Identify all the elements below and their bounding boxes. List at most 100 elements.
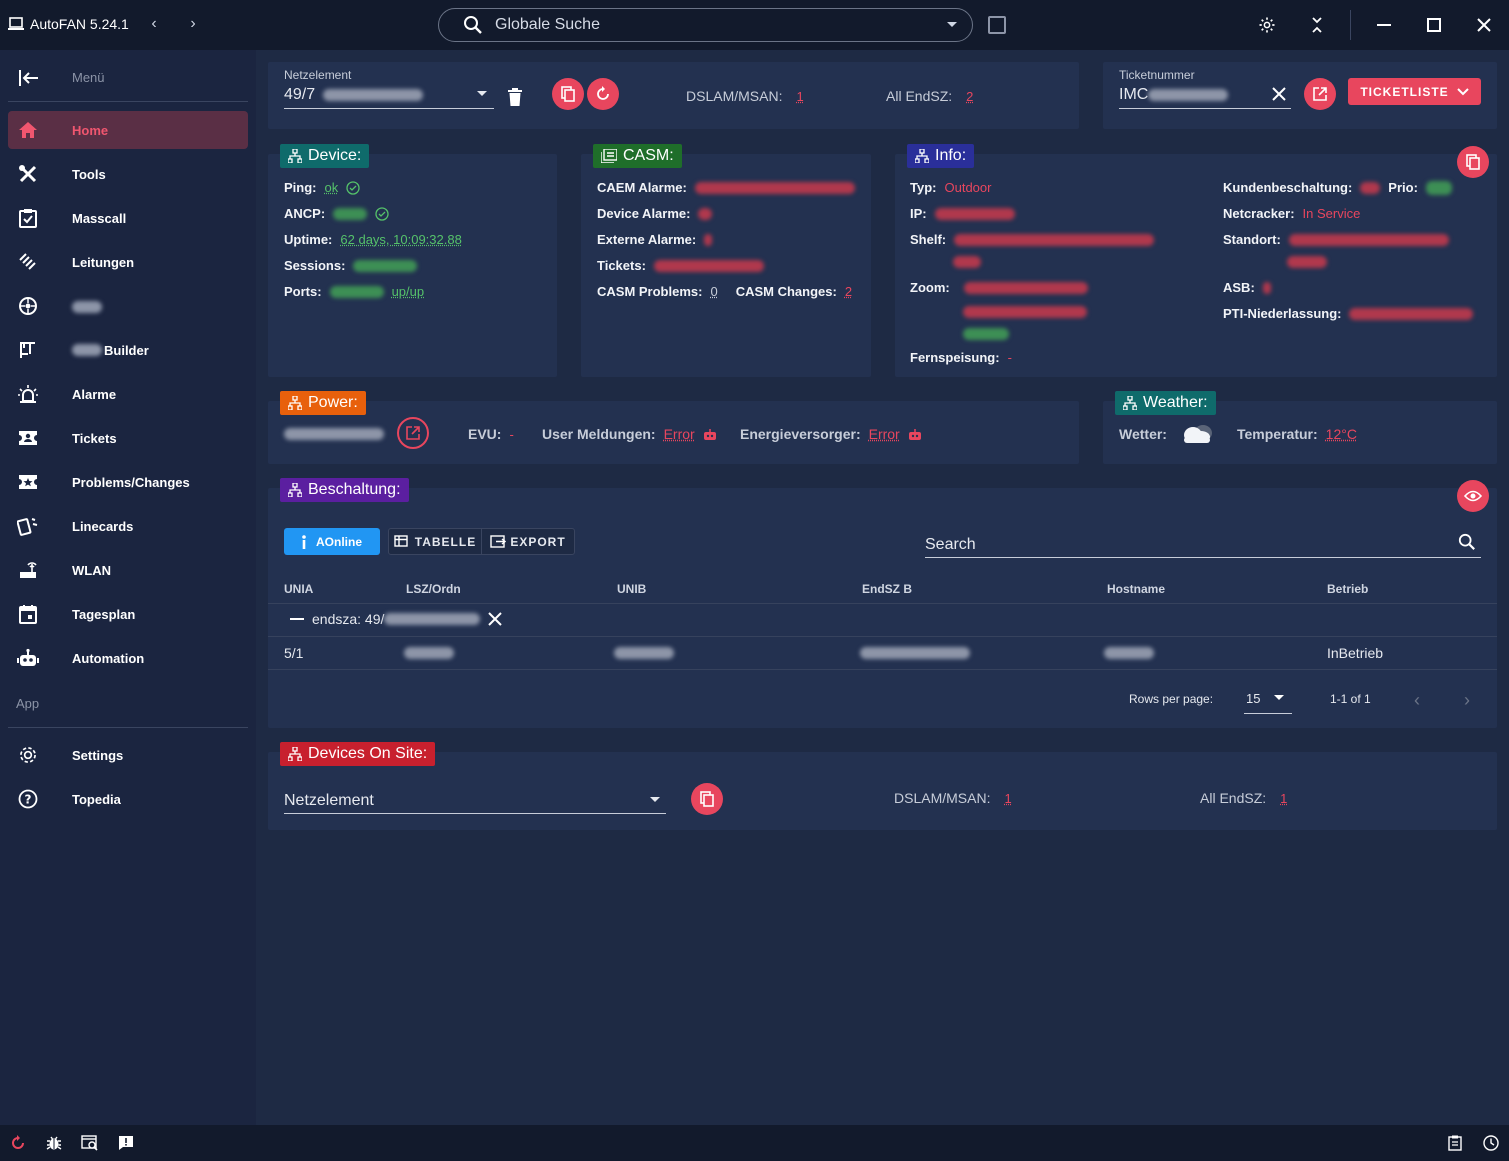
devices-netzelement-select[interactable]: Netzelement xyxy=(284,792,374,810)
reload-icon[interactable] xyxy=(8,1133,28,1153)
ticketliste-label: TICKETLISTE xyxy=(1360,84,1449,99)
refresh-button[interactable] xyxy=(587,78,619,110)
sidebar-item-topedia[interactable]: ? Topedia xyxy=(8,780,248,818)
next-page-icon[interactable]: › xyxy=(1464,690,1470,711)
netzelement-label: Netzelement xyxy=(284,68,352,82)
user-meldungen-value[interactable]: Error xyxy=(664,426,695,442)
endsz-value[interactable]: 2 xyxy=(966,89,973,104)
sidebar-item-automation[interactable]: Automation xyxy=(8,639,248,677)
forward-chevron-icon[interactable]: › xyxy=(183,14,203,34)
search-icon xyxy=(463,15,483,35)
router-icon xyxy=(8,560,48,580)
sidebar-item-linecards[interactable]: Linecards xyxy=(8,507,248,545)
open-ticket-button[interactable] xyxy=(1304,78,1336,110)
dropdown-caret-icon[interactable] xyxy=(476,90,488,98)
sidebar-item-label: Tickets xyxy=(72,430,117,446)
maximize-icon[interactable] xyxy=(1421,12,1447,38)
title-bar: AutoFAN 5.24.1 ‹ › Globale Suche xyxy=(0,0,1509,50)
blurred-cell xyxy=(614,647,674,659)
search-history-icon[interactable] xyxy=(80,1133,100,1153)
prev-page-icon[interactable]: ‹ xyxy=(1414,690,1420,711)
export-button[interactable]: EXPORT xyxy=(482,529,574,554)
bug-icon[interactable] xyxy=(44,1133,64,1153)
uptime-value[interactable]: 62 days, 10:09:32.88 xyxy=(340,232,461,247)
devices-on-site-title-text: Devices On Site: xyxy=(308,745,428,762)
collapse-menu-icon[interactable] xyxy=(16,66,42,90)
ping-value[interactable]: ok xyxy=(325,180,339,195)
sidebar-item-wlan[interactable]: WLAN xyxy=(8,551,248,589)
clock-icon[interactable] xyxy=(1481,1133,1501,1153)
minimize-icon[interactable] xyxy=(1371,12,1397,38)
sidebar-item-tickets[interactable]: Tickets xyxy=(8,419,248,457)
ports-value[interactable]: up/up xyxy=(392,284,425,299)
column-header-unia[interactable]: UNIA xyxy=(284,582,313,596)
open-power-button[interactable] xyxy=(397,417,429,449)
gear-icon[interactable] xyxy=(1254,12,1280,38)
sidebar-item-settings[interactable]: Settings xyxy=(8,736,248,774)
dslam-value[interactable]: 1 xyxy=(796,89,803,104)
delete-icon[interactable] xyxy=(508,88,522,106)
table-row[interactable]: 5/1 InBetrieb xyxy=(268,637,1497,669)
beschaltung-card-title: Beschaltung: xyxy=(280,478,409,502)
clipboard-icon[interactable] xyxy=(1445,1133,1465,1153)
energieversorger-value[interactable]: Error xyxy=(869,426,900,442)
sidebar-item-masscall[interactable]: Masscall xyxy=(8,199,248,237)
power-title-text: Power: xyxy=(308,394,358,411)
casm-problems-value[interactable]: 0 xyxy=(710,284,717,299)
sidebar-item-tagesplan[interactable]: Tagesplan xyxy=(8,595,248,633)
collapse-group-icon[interactable] xyxy=(290,617,304,621)
column-header-endsz-b[interactable]: EndSZ B xyxy=(862,582,912,596)
blurred-value xyxy=(694,181,855,194)
energieversorger-row: Energieversorger: Error xyxy=(740,426,922,442)
endsz-label: All EndSZ: xyxy=(886,88,953,104)
sidebar-item-alarme[interactable]: Alarme xyxy=(8,375,248,413)
devices-dslam-value[interactable]: 1 xyxy=(1004,791,1011,806)
table-search-input[interactable]: Search xyxy=(925,536,976,554)
sidebar-item-network[interactable] xyxy=(8,287,248,325)
search-icon[interactable] xyxy=(1458,533,1476,551)
aonline-button[interactable]: AOnline xyxy=(284,528,380,555)
ticket-input[interactable]: IMC xyxy=(1119,86,1229,104)
feedback-icon[interactable] xyxy=(116,1133,136,1153)
casm-changes-value[interactable]: 2 xyxy=(845,284,852,299)
devices-copy-button[interactable] xyxy=(691,783,723,815)
asb-row: ASB: xyxy=(1223,280,1271,295)
sidebar-item-problems-changes[interactable]: Problems/Changes xyxy=(8,463,248,501)
dropdown-caret-icon[interactable] xyxy=(649,796,661,804)
network-icon xyxy=(288,149,302,163)
devices-endsz-value[interactable]: 1 xyxy=(1280,791,1287,806)
global-search-box[interactable]: Globale Suche xyxy=(438,8,973,42)
sidebar-item-home[interactable]: Home xyxy=(8,111,248,149)
search-checkbox[interactable] xyxy=(988,16,1006,34)
device-alarm-row: Device Alarme: xyxy=(597,206,713,221)
ticketliste-button[interactable]: TICKETLISTE xyxy=(1348,78,1481,105)
netzelement-select[interactable]: 49/7 xyxy=(284,86,424,104)
blurred-value xyxy=(963,281,1088,294)
column-header-lsz[interactable]: LSZ/Ordn xyxy=(406,582,461,596)
dropdown-caret-icon[interactable] xyxy=(1274,695,1284,701)
dropdown-caret-icon[interactable] xyxy=(946,21,958,29)
wetter-label: Wetter: xyxy=(1119,426,1167,442)
extern-alarm-row: Externe Alarme: xyxy=(597,232,713,247)
table-group-row[interactable]: endsza: 49/ xyxy=(290,611,503,627)
network-circle-icon xyxy=(8,296,48,316)
column-header-betrieb[interactable]: Betrieb xyxy=(1327,582,1368,596)
back-chevron-icon[interactable]: ‹ xyxy=(144,14,164,34)
rows-per-page-select[interactable]: 15 xyxy=(1246,691,1260,706)
close-icon[interactable] xyxy=(1471,12,1497,38)
tabelle-button[interactable]: TABELLE xyxy=(389,529,482,554)
clear-icon[interactable] xyxy=(1271,86,1287,102)
remove-group-icon[interactable] xyxy=(488,612,503,626)
collapse-icon[interactable] xyxy=(1304,12,1330,38)
visibility-button[interactable] xyxy=(1457,480,1489,512)
sidebar-item-builder[interactable]: Builder xyxy=(8,331,248,369)
uptime-label: Uptime: xyxy=(284,232,333,247)
temperatur-value[interactable]: 12°C xyxy=(1326,426,1357,442)
copy-info-button[interactable] xyxy=(1457,146,1489,178)
column-header-unib[interactable]: UNIB xyxy=(617,582,646,596)
column-header-hostname[interactable]: Hostname xyxy=(1107,582,1165,596)
copy-button[interactable] xyxy=(552,78,584,110)
netzelement-value: 49/7 xyxy=(284,86,316,103)
sidebar-item-leitungen[interactable]: Leitungen xyxy=(8,243,248,281)
sidebar-item-tools[interactable]: Tools xyxy=(8,155,248,193)
